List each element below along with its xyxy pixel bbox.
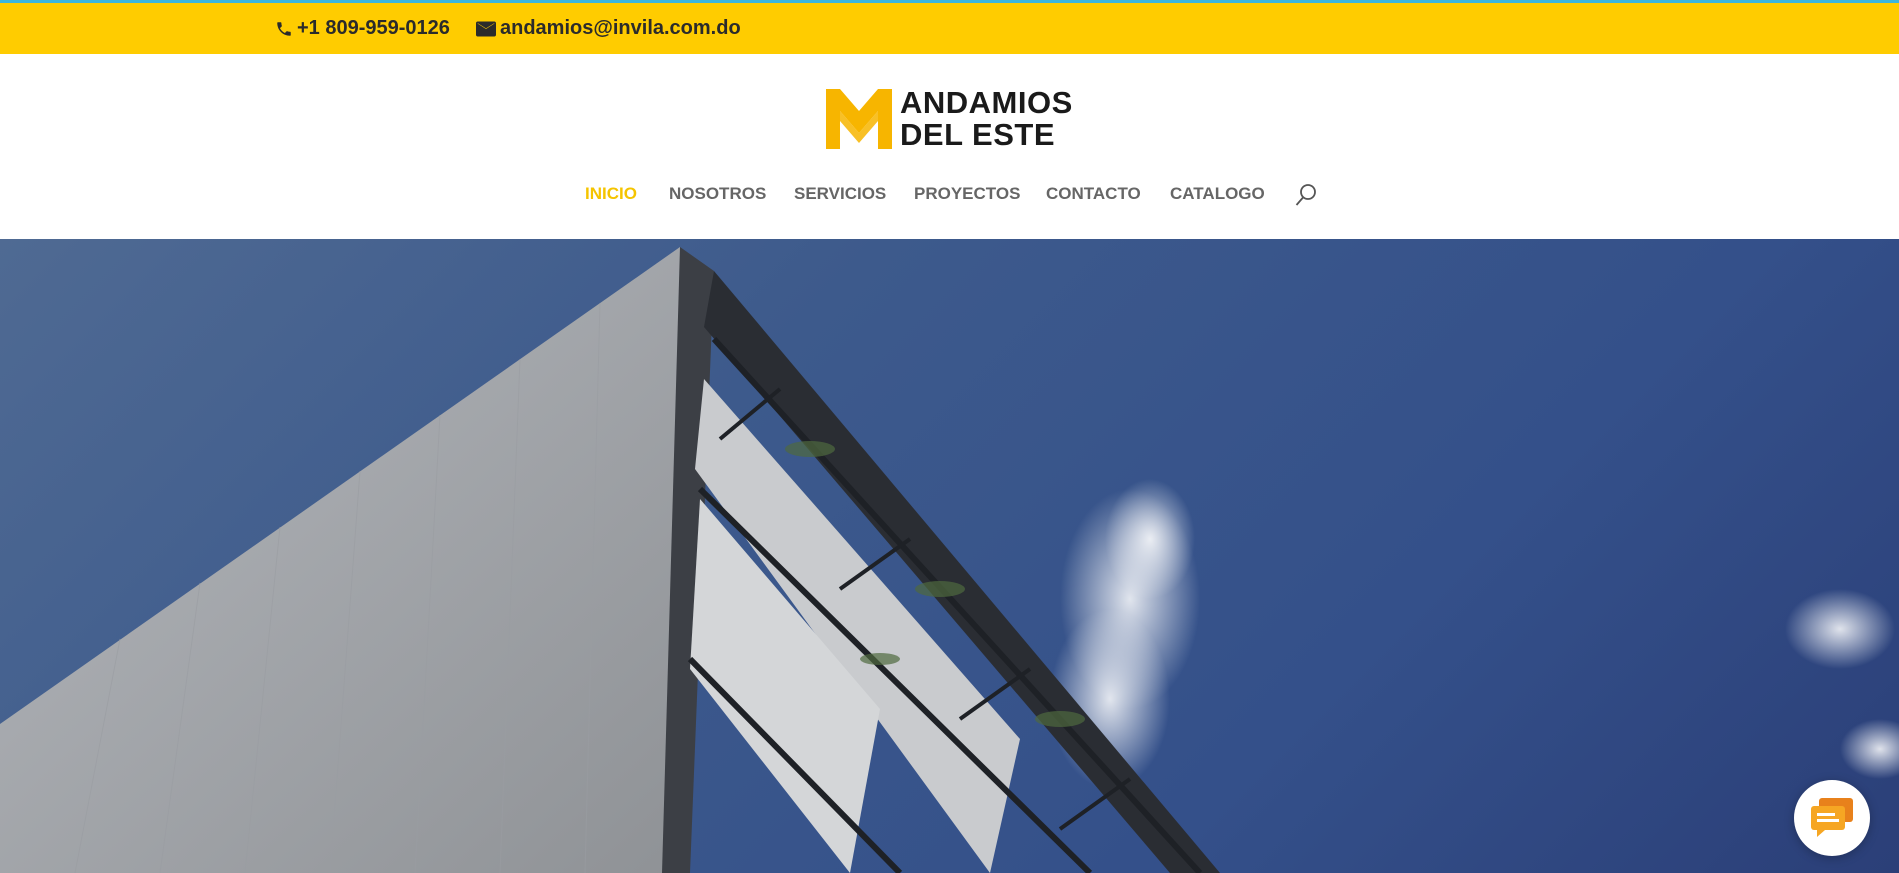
chat-widget-button[interactable]: [1794, 780, 1870, 856]
chat-icon: [1811, 798, 1853, 837]
nav-item-contacto[interactable]: CONTACTO: [1046, 184, 1141, 204]
main-nav: INICIO NOSOTROS SERVICIOS PROYECTOS CONT…: [0, 184, 1899, 214]
phone-link[interactable]: +1 809-959-0126: [275, 3, 450, 54]
logo-wordmark: ANDAMIOS DEL ESTE: [900, 87, 1073, 151]
nav-item-catalogo[interactable]: CATALOGO: [1170, 184, 1265, 204]
contact-topbar: +1 809-959-0126 andamios@invila.com.do: [0, 3, 1899, 54]
site-logo[interactable]: ANDAMIOS DEL ESTE: [826, 87, 1080, 151]
nav-item-inicio[interactable]: INICIO: [585, 184, 637, 204]
email-link[interactable]: andamios@invila.com.do: [476, 3, 741, 54]
hero-banner: [0, 239, 1899, 873]
logo-line-2: DEL ESTE: [900, 117, 1056, 152]
logo-mark-icon: [826, 89, 892, 149]
site-header: ANDAMIOS DEL ESTE INICIO NOSOTROS SERVIC…: [0, 54, 1899, 239]
mail-icon: [476, 21, 496, 36]
nav-item-nosotros[interactable]: NOSOTROS: [669, 184, 766, 204]
phone-number: +1 809-959-0126: [297, 17, 450, 39]
nav-item-servicios[interactable]: SERVICIOS: [794, 184, 886, 204]
search-icon[interactable]: [1295, 183, 1317, 207]
nav-item-proyectos[interactable]: PROYECTOS: [914, 184, 1020, 204]
phone-icon: [277, 21, 291, 36]
hero-building-image: [0, 247, 1899, 873]
email-address: andamios@invila.com.do: [500, 17, 741, 39]
logo-line-1: ANDAMIOS: [900, 85, 1073, 120]
